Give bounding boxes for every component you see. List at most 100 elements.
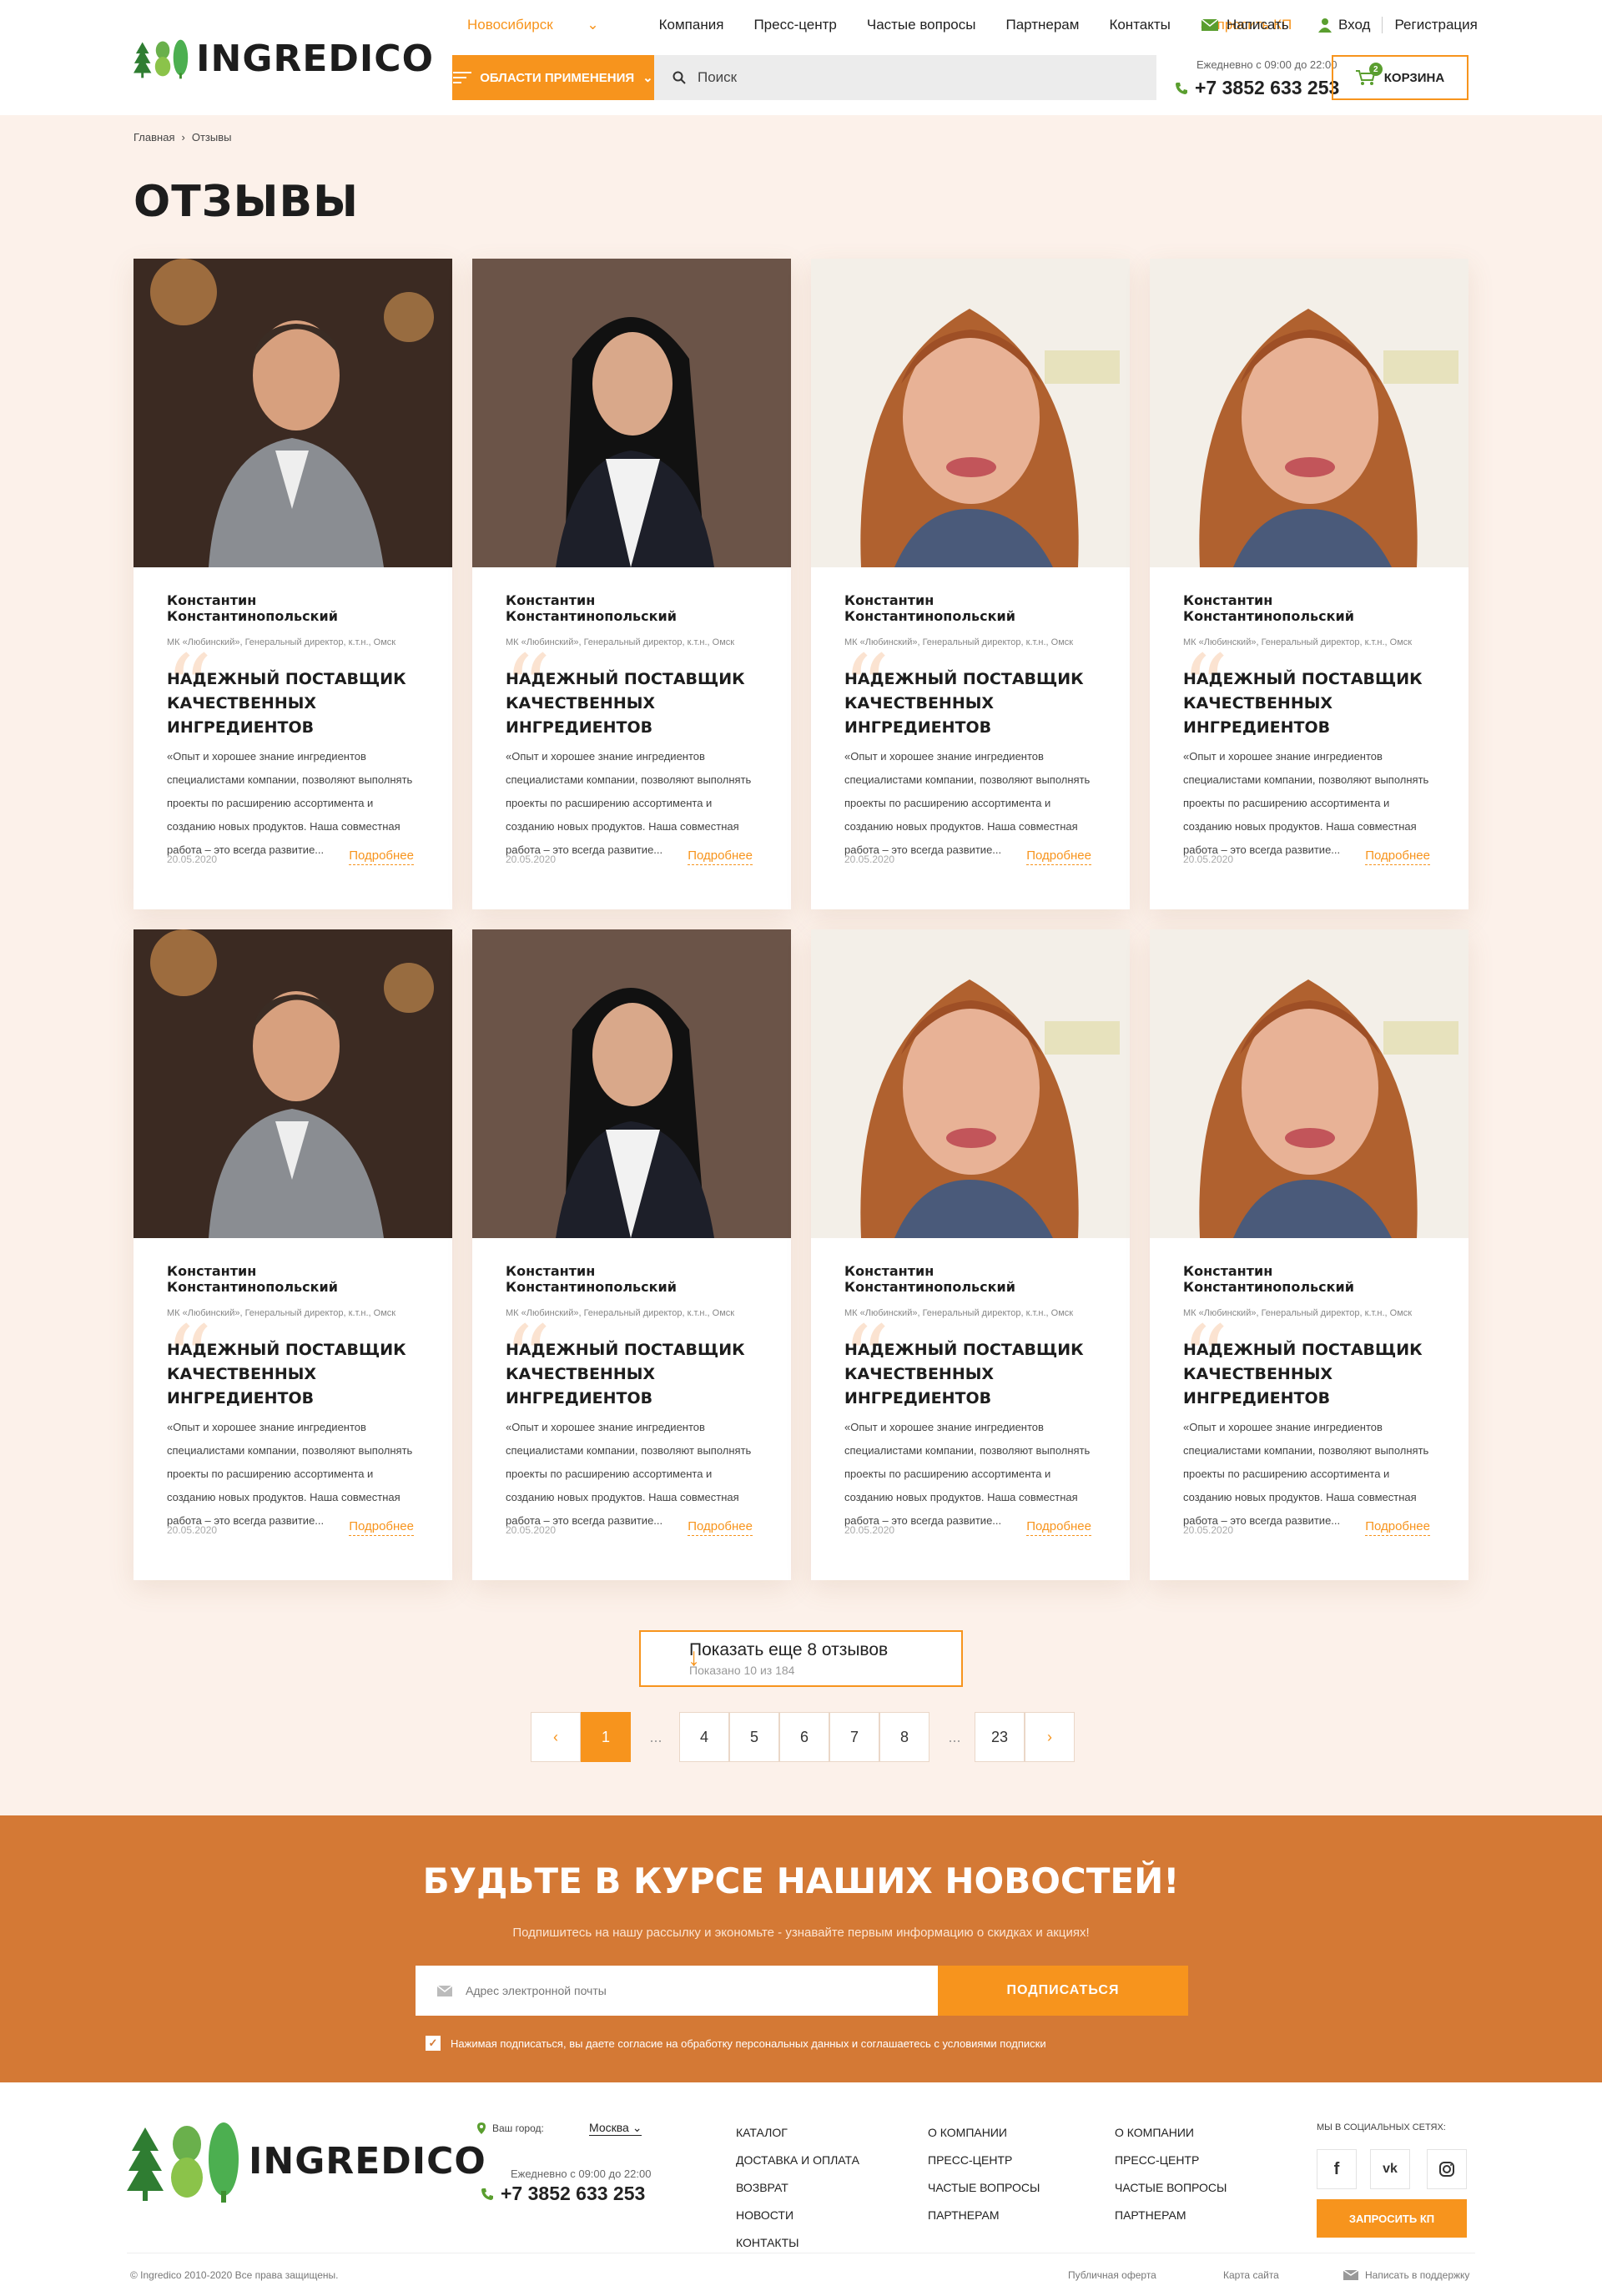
review-headline: НАДЕЖНЫЙ ПОСТАВЩИК КАЧЕСТВЕННЫХ ИНГРЕДИЕ… bbox=[506, 1341, 745, 1407]
support-link[interactable]: Написать в поддержку bbox=[1343, 2269, 1469, 2281]
newsletter-title: БУДЬТЕ В КУРСЕ НАШИХ НОВОСТЕЙ! bbox=[422, 1860, 1180, 1901]
instagram-icon[interactable] bbox=[1427, 2149, 1467, 2189]
review-date: 20.05.2020 bbox=[844, 853, 895, 865]
pagination-page[interactable]: 1 bbox=[581, 1712, 631, 1762]
review-more-link[interactable]: Подробнее bbox=[1365, 848, 1430, 865]
city-selector[interactable]: Новосибирск ⌄ bbox=[467, 17, 629, 33]
write-link[interactable]: Написать bbox=[1202, 17, 1289, 33]
nav-contacts[interactable]: Контакты bbox=[1109, 17, 1170, 33]
site-header: INGREDICO Новосибирск ⌄ Компания Пресс-ц… bbox=[0, 0, 1602, 115]
footer-link[interactable]: Пресс-центр bbox=[928, 2147, 1040, 2174]
reviewer-photo-frame bbox=[134, 259, 452, 567]
work-hours: Ежедневно с 09:00 до 22:00 bbox=[1196, 58, 1338, 71]
application-areas-button[interactable]: Области применения ⌄ bbox=[452, 55, 654, 100]
footer-city-label: Ваш город: bbox=[477, 2122, 544, 2134]
chevron-right-icon: › bbox=[181, 131, 185, 144]
public-offer-link[interactable]: Публичная оферта bbox=[1068, 2269, 1156, 2281]
pagination-page[interactable]: 5 bbox=[729, 1712, 779, 1762]
city-label-text: Ваш город: bbox=[492, 2122, 544, 2134]
chevron-down-icon: ⌄ bbox=[642, 71, 653, 85]
logo[interactable]: INGREDICO bbox=[134, 15, 434, 102]
nav-partners[interactable]: Партнерам bbox=[1005, 17, 1079, 33]
review-date: 20.05.2020 bbox=[167, 853, 218, 865]
pagination-page[interactable]: 8 bbox=[879, 1712, 929, 1762]
register-link[interactable]: Регистрация bbox=[1394, 17, 1477, 33]
review-headline: НАДЕЖНЫЙ ПОСТАВЩИК КАЧЕСТВЕННЫХ ИНГРЕДИЕ… bbox=[1183, 670, 1423, 737]
footer-link[interactable]: Частые вопросы bbox=[1115, 2174, 1227, 2202]
review-headline: НАДЕЖНЫЙ ПОСТАВЩИК КАЧЕСТВЕННЫХ ИНГРЕДИЕ… bbox=[167, 670, 406, 737]
city-label: Новосибирск bbox=[467, 17, 553, 33]
footer-link[interactable]: Возврат bbox=[736, 2174, 859, 2202]
footer-col-1: Каталог Доставка и оплата Возврат Новост… bbox=[736, 2119, 859, 2257]
footer-col-2: О компании Пресс-центр Частые вопросы Па… bbox=[928, 2119, 1040, 2229]
footer-link[interactable]: Доставка и оплата bbox=[736, 2147, 859, 2174]
consent-checkbox[interactable]: ✓ bbox=[426, 2036, 441, 2051]
review-more-link[interactable]: Подробнее bbox=[1365, 1519, 1430, 1536]
location-pin-icon bbox=[477, 2122, 486, 2134]
footer-link[interactable]: Партнерам bbox=[928, 2202, 1040, 2229]
review-more-link[interactable]: Подробнее bbox=[349, 1519, 414, 1536]
subscribe-button[interactable]: Подписаться bbox=[938, 1966, 1188, 2016]
footer-link[interactable]: Каталог bbox=[736, 2119, 859, 2147]
facebook-icon[interactable]: f bbox=[1317, 2149, 1357, 2189]
pagination-page[interactable]: 23 bbox=[975, 1712, 1025, 1762]
review-date: 20.05.2020 bbox=[506, 1524, 557, 1536]
review-card: Константин Константинопольский МК «Любинс… bbox=[134, 259, 452, 909]
footer-link[interactable]: О компании bbox=[1115, 2119, 1227, 2147]
review-more-link[interactable]: Подробнее bbox=[1026, 1519, 1091, 1536]
nav-press[interactable]: Пресс-центр bbox=[753, 17, 836, 33]
review-card: Константин Константинопольский МК «Любинс… bbox=[472, 259, 791, 909]
review-text: «Опыт и хорошее знание ингредиентов спец… bbox=[167, 1421, 413, 1527]
search-input[interactable]: Поиск bbox=[654, 55, 1156, 100]
newsletter-email-input[interactable]: Адрес электронной почты bbox=[416, 1966, 938, 2016]
review-more-link[interactable]: Подробнее bbox=[688, 1519, 753, 1536]
footer-link[interactable]: О компании bbox=[928, 2119, 1040, 2147]
review-card: Константин Константинопольский МК «Любинс… bbox=[811, 929, 1130, 1580]
nav-company[interactable]: Компания bbox=[659, 17, 724, 33]
review-text: «Опыт и хорошее знание ингредиентов спец… bbox=[1183, 1421, 1429, 1527]
review-more-link[interactable]: Подробнее bbox=[349, 848, 414, 865]
review-more-link[interactable]: Подробнее bbox=[688, 848, 753, 865]
reviewer-photo bbox=[811, 259, 1130, 567]
sitemap-link[interactable]: Карта сайта bbox=[1223, 2269, 1279, 2281]
breadcrumb-current: Отзывы bbox=[191, 131, 232, 144]
footer-link[interactable]: Партнерам bbox=[1115, 2202, 1227, 2229]
review-more-link[interactable]: Подробнее bbox=[1026, 848, 1091, 865]
social-label: Мы в социальных сетях: bbox=[1317, 2122, 1446, 2132]
phone-link[interactable]: +7 3852 633 253 bbox=[1175, 77, 1339, 99]
footer-link[interactable]: Пресс-центр bbox=[1115, 2147, 1227, 2174]
reviewer-name: Константин Константинопольский bbox=[167, 1263, 338, 1295]
reviewer-photo-frame bbox=[472, 259, 791, 567]
review-text: «Опыт и хорошее знание ингредиентов спец… bbox=[167, 750, 413, 856]
review-headline: НАДЕЖНЫЙ ПОСТАВЩИК КАЧЕСТВЕННЫХ ИНГРЕДИЕ… bbox=[167, 1341, 406, 1407]
reviewer-name: Константин Константинопольский bbox=[506, 1263, 677, 1295]
cart-button[interactable]: 2 Корзина bbox=[1332, 55, 1468, 100]
breadcrumb-home[interactable]: Главная bbox=[134, 131, 174, 144]
footer-logo[interactable]: INGREDICO bbox=[127, 2117, 486, 2204]
reviewer-photo bbox=[1150, 929, 1468, 1238]
pagination-prev[interactable]: ‹ bbox=[531, 1712, 581, 1762]
review-body: Константин Константинопольский МК «Любинс… bbox=[1181, 1263, 1435, 1533]
footer-link[interactable]: Частые вопросы bbox=[928, 2174, 1040, 2202]
show-more-button[interactable]: ↓ Показать еще 8 отзывов Показано 10 из … bbox=[639, 1630, 963, 1687]
chevron-down-icon: ⌄ bbox=[632, 2121, 642, 2134]
pagination-next[interactable]: › bbox=[1025, 1712, 1075, 1762]
phone-icon bbox=[1176, 82, 1187, 94]
footer-city-selector[interactable]: Москва ⌄ bbox=[589, 2121, 642, 2136]
pagination-page[interactable]: 6 bbox=[779, 1712, 829, 1762]
pagination-page[interactable]: 4 bbox=[679, 1712, 729, 1762]
logo-trees-icon bbox=[127, 2122, 239, 2203]
footer-request-quote-button[interactable]: Запросить КП bbox=[1317, 2199, 1467, 2238]
pagination-page[interactable]: 7 bbox=[829, 1712, 879, 1762]
vk-icon[interactable]: vk bbox=[1370, 2149, 1410, 2189]
footer-link[interactable]: Новости bbox=[736, 2202, 859, 2229]
areas-label: Области применения bbox=[480, 70, 635, 85]
login-link[interactable]: Вход bbox=[1338, 17, 1370, 33]
nav-faq[interactable]: Частые вопросы bbox=[867, 17, 976, 33]
user-icon bbox=[1318, 18, 1332, 33]
footer-phone[interactable]: +7 3852 633 253 bbox=[481, 2183, 645, 2205]
reviewer-photo bbox=[472, 259, 791, 567]
footer-col-3: О компании Пресс-центр Частые вопросы Па… bbox=[1115, 2119, 1227, 2229]
phone-number: +7 3852 633 253 bbox=[1195, 77, 1340, 98]
review-text: «Опыт и хорошее знание ингредиентов спец… bbox=[506, 1421, 752, 1527]
